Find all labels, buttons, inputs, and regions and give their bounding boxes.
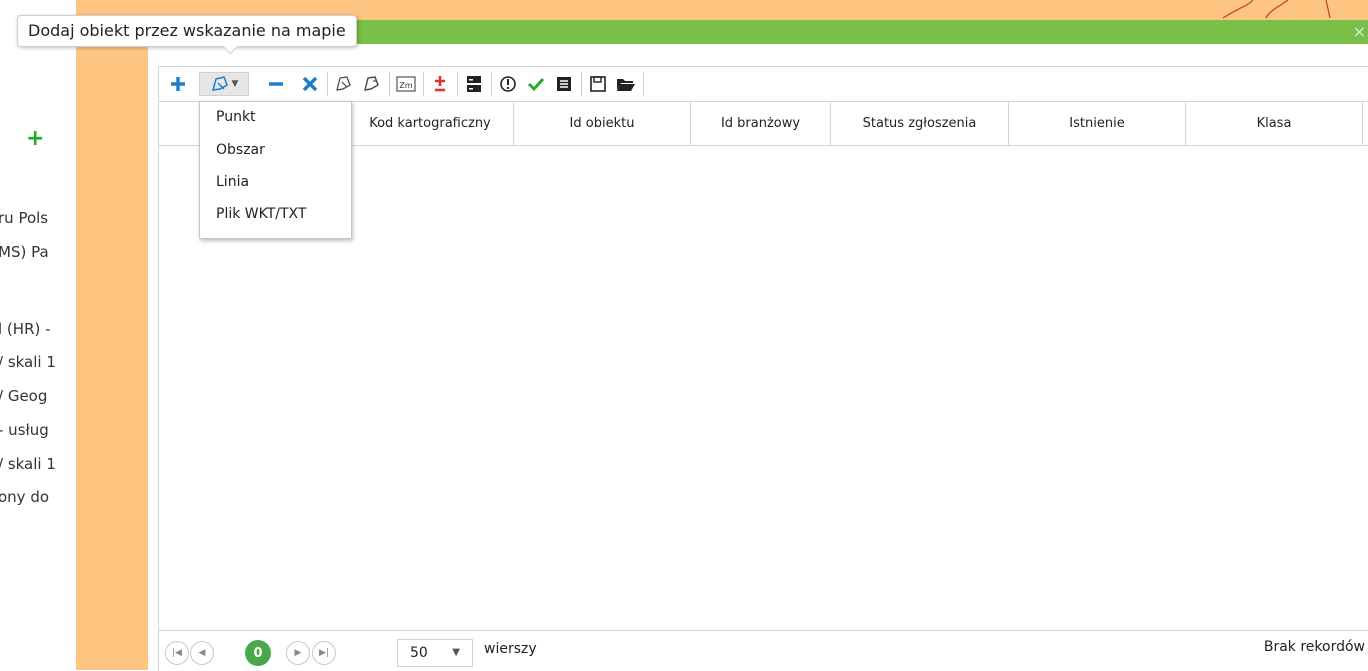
folder-open-icon[interactable] <box>615 72 637 96</box>
current-page: 0 <box>245 640 271 666</box>
layer-item[interactable]: MS) Pa <box>0 243 76 261</box>
toolbar-separator <box>581 72 582 96</box>
svg-text:Zm: Zm <box>399 81 412 90</box>
layer-item[interactable]: - usług <box>0 421 76 439</box>
close-icon[interactable]: × <box>1353 22 1366 41</box>
zoom-icon[interactable]: Zm <box>395 72 417 96</box>
toolbar-separator <box>457 72 458 96</box>
toolbar-separator <box>643 72 644 96</box>
alert-icon[interactable] <box>497 72 519 96</box>
layer-item[interactable]: ru Pols <box>0 209 76 227</box>
last-page-button[interactable]: ▶| <box>312 641 336 665</box>
database-icon[interactable] <box>463 72 485 96</box>
plus-icon[interactable] <box>167 72 189 96</box>
chevron-down-icon: ▼ <box>452 647 460 658</box>
plus-icon[interactable]: + <box>26 128 44 150</box>
toolbar-separator <box>327 72 328 96</box>
first-page-button[interactable]: |◀ <box>165 641 189 665</box>
prev-page-button[interactable]: ◀ <box>190 641 214 665</box>
pick-on-map-icon[interactable]: ▼ <box>199 72 249 96</box>
column-header[interactable]: Klasa <box>1186 102 1363 145</box>
map-boundary-lines <box>1222 0 1331 19</box>
column-header[interactable]: Status zgłoszenia <box>831 102 1009 145</box>
minus-icon[interactable] <box>265 72 287 96</box>
rows-label: wierszy <box>484 641 537 657</box>
page-size-value: 50 <box>410 645 428 661</box>
menu-item-linia[interactable]: Linia <box>216 174 249 190</box>
layer-sidebar: + ru Pols MS) Pa l (HR) - / skali 1 / Ge… <box>0 0 76 670</box>
column-header[interactable]: Id obiektu <box>514 102 691 145</box>
layer-item[interactable]: ony do <box>0 488 76 506</box>
column-header[interactable]: Id branżowy <box>691 102 831 145</box>
menu-item-obszar[interactable]: Obszar <box>216 142 265 158</box>
plus-minus-icon[interactable] <box>429 72 451 96</box>
save-icon[interactable] <box>587 72 609 96</box>
tooltip: Dodaj obiekt przez wskazanie na mapie <box>17 15 357 47</box>
check-icon[interactable] <box>525 72 547 96</box>
delete-icon[interactable] <box>299 72 321 96</box>
menu-item-punkt[interactable]: Punkt <box>216 109 256 125</box>
toolbar-separator <box>423 72 424 96</box>
pager: |◀ ◀ 0 ▶ ▶| 50 ▼ wierszy Brak rekordów <box>158 630 1368 671</box>
toolbar-separator <box>491 72 492 96</box>
column-header[interactable]: Istnienie <box>1009 102 1186 145</box>
layer-item[interactable]: / skali 1 <box>0 353 76 371</box>
next-page-button[interactable]: ▶ <box>286 641 310 665</box>
layer-item[interactable]: / Geog <box>0 387 76 405</box>
select-icon[interactable] <box>333 72 355 96</box>
page-size-select[interactable]: 50 ▼ <box>397 639 473 667</box>
toolbar-separator <box>389 72 390 96</box>
layer-item[interactable]: / skali 1 <box>0 455 76 473</box>
no-records-status: Brak rekordów <box>1263 639 1365 655</box>
toolbar: ▼ Zm <box>158 66 1368 101</box>
geometry-type-dropdown: Punkt Obszar Linia Plik WKT/TXT <box>199 101 352 239</box>
chevron-down-icon: ▼ <box>231 79 239 89</box>
column-header[interactable]: Kod kartograficzny <box>347 102 514 145</box>
list-icon[interactable] <box>553 72 575 96</box>
layer-item[interactable]: l (HR) - <box>0 320 76 338</box>
menu-item-plik-wkt[interactable]: Plik WKT/TXT <box>216 206 306 222</box>
select-area-icon[interactable] <box>361 72 383 96</box>
